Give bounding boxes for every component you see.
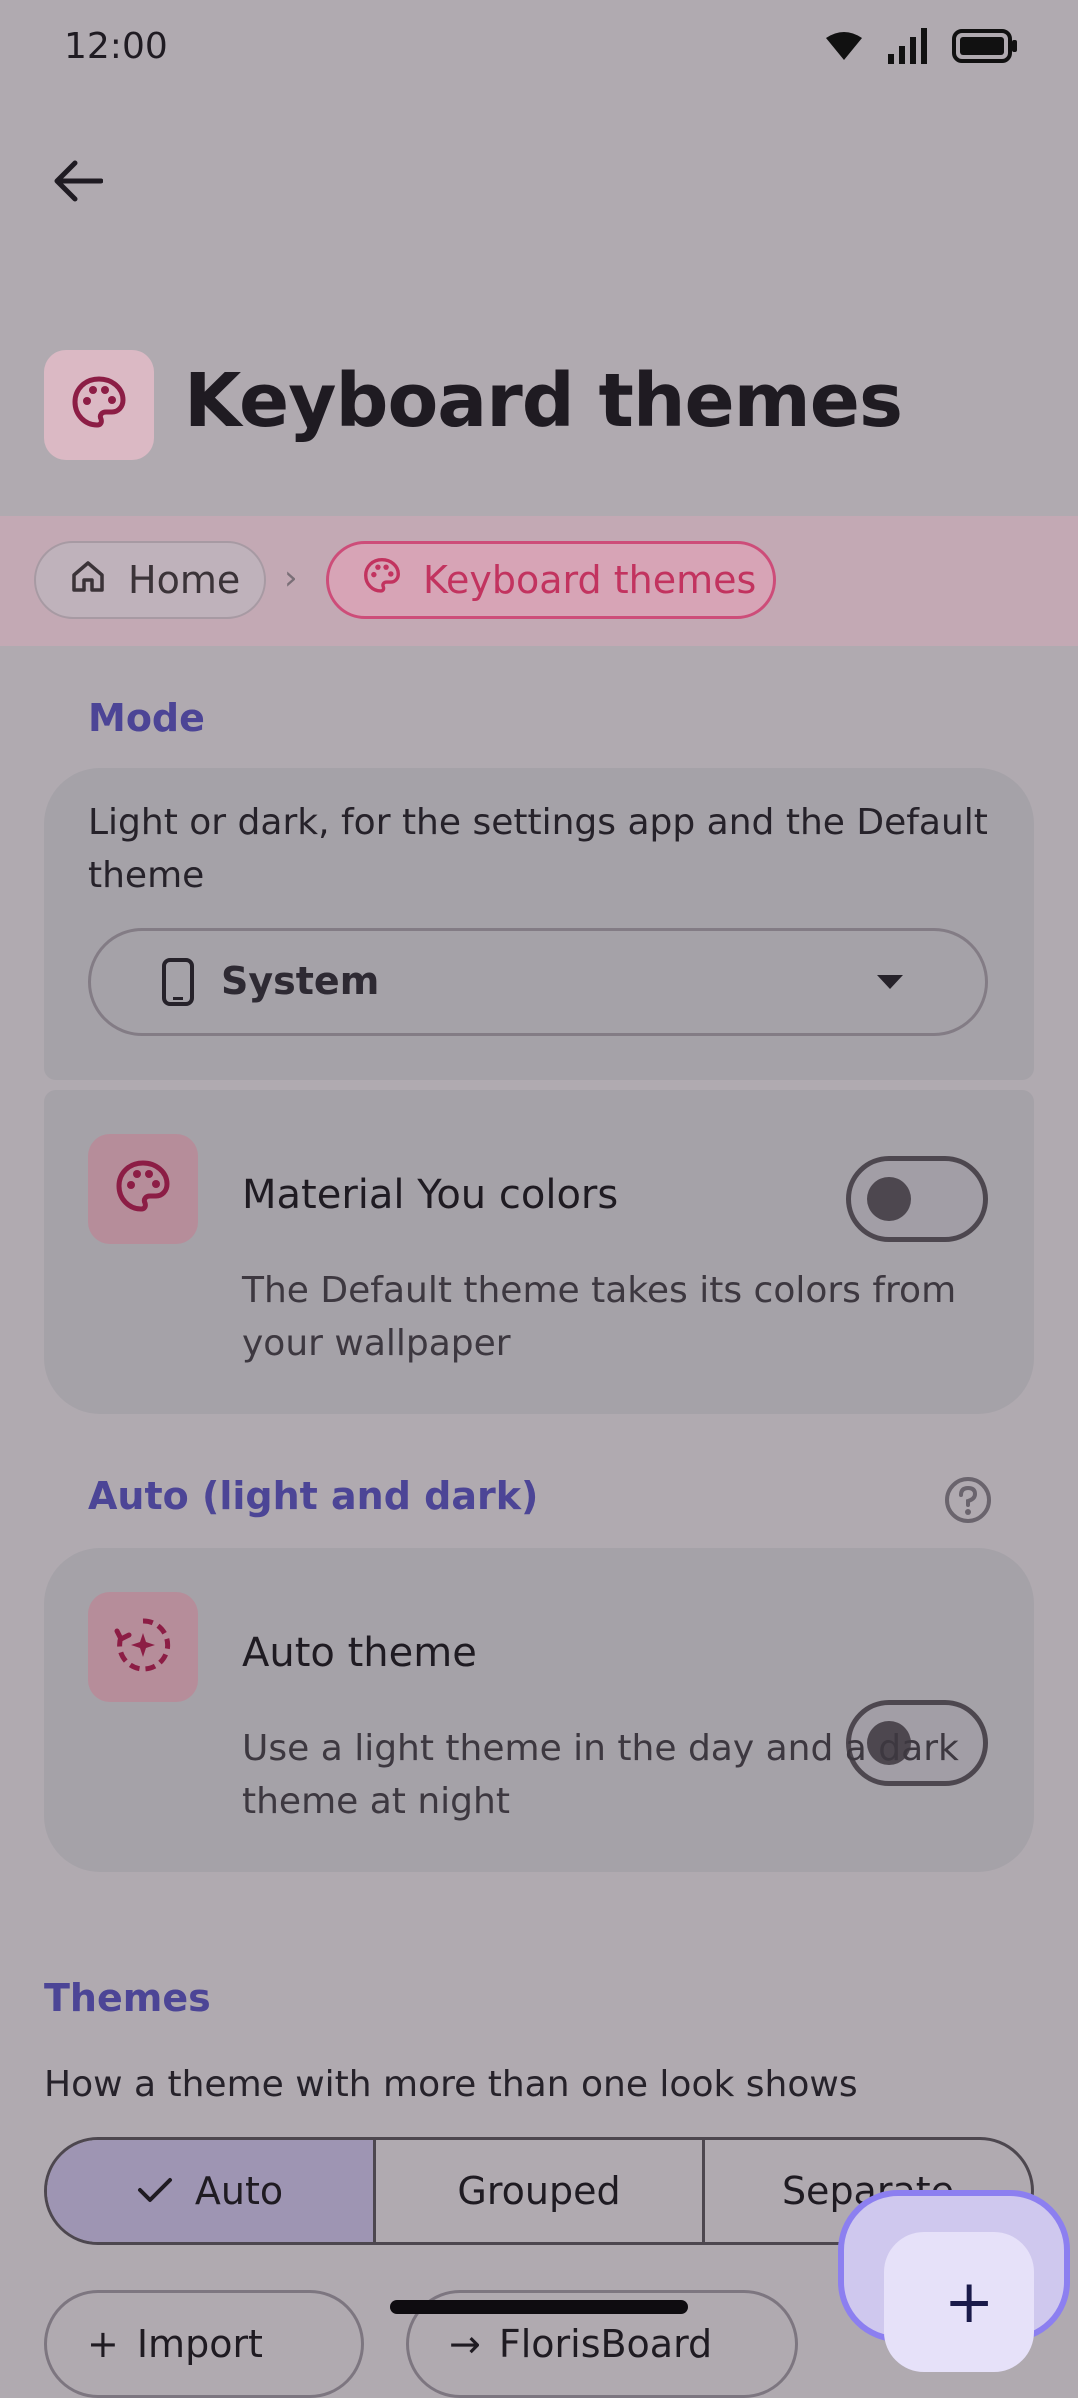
material-you-title: Material You colors (242, 1172, 619, 1218)
import-button-label: Import (136, 2322, 263, 2366)
mode-description: Light or dark, for the settings app and … (88, 802, 988, 896)
back-button[interactable] (44, 150, 110, 216)
signal-icon (886, 28, 930, 68)
material-you-description: The Default theme takes its colors from … (242, 1270, 957, 1364)
phone-icon (161, 957, 195, 1011)
check-icon (137, 2169, 173, 2213)
palette-icon (363, 557, 401, 604)
auto-theme-title: Auto theme (242, 1630, 477, 1676)
palette-icon (71, 375, 127, 435)
auto-theme-icon-tile (88, 1592, 198, 1702)
segment-auto[interactable]: Auto (47, 2140, 373, 2242)
mode-dropdown-value: System (221, 959, 380, 1003)
florisboard-button-label: FlorisBoard (498, 2322, 713, 2366)
auto-theme-icon (113, 1615, 173, 1679)
page-title: Keyboard themes (184, 358, 903, 444)
segment-grouped-label: Grouped (457, 2169, 621, 2213)
add-icon: + (87, 2322, 119, 2366)
import-button[interactable]: + Import (44, 2290, 364, 2398)
dropdown-arrow-icon (875, 973, 905, 995)
themes-description: How a theme with more than one look show… (44, 2064, 858, 2105)
palette-icon (115, 1159, 171, 1219)
auto-theme-description: Use a light theme in the day and a dark … (242, 1728, 959, 1822)
battery-icon (952, 29, 1018, 67)
themes-section-header: Themes (44, 1976, 211, 2020)
material-you-icon-tile (88, 1134, 198, 1244)
arrow-back-icon (51, 159, 104, 207)
title-palette-icon-box (44, 350, 154, 460)
help-icon[interactable] (944, 1476, 992, 1528)
home-icon (70, 558, 106, 602)
auto-section-header: Auto (light and dark) (88, 1474, 539, 1518)
status-icons (824, 28, 1018, 68)
status-time: 12:00 (64, 26, 168, 67)
add-theme-fab[interactable]: + (838, 2190, 1070, 2372)
segment-auto-label: Auto (194, 2169, 284, 2213)
arrow-forward-icon: → (449, 2322, 481, 2366)
material-you-toggle[interactable] (846, 1156, 988, 1242)
mode-section-header: Mode (88, 696, 205, 740)
breadcrumb-current-label: Keyboard themes (423, 558, 757, 602)
toggle-knob (867, 1177, 911, 1221)
mode-dropdown[interactable]: System (88, 928, 988, 1036)
segment-grouped[interactable]: Grouped (373, 2140, 702, 2242)
home-indicator[interactable] (390, 2300, 688, 2314)
plus-icon: + (944, 2267, 995, 2337)
breadcrumb-home-chip[interactable]: Home (34, 541, 266, 619)
wifi-icon (824, 30, 864, 66)
breadcrumb-separator: › (284, 558, 298, 598)
breadcrumb-home-label: Home (128, 558, 241, 602)
breadcrumb-current-chip[interactable]: Keyboard themes (326, 541, 776, 619)
